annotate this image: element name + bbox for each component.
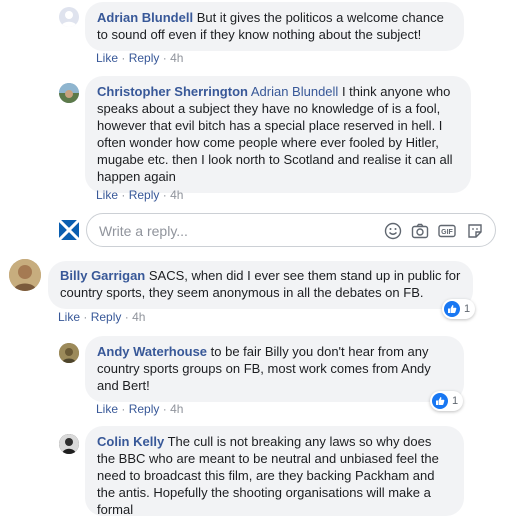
separator: · [124, 310, 129, 324]
comment-bubble: Colin Kelly The cull is not breaking any… [85, 426, 464, 517]
reaction-count[interactable]: 1 [430, 391, 464, 411]
comment-author[interactable]: Andy Waterhouse [97, 344, 207, 359]
avatar[interactable] [59, 343, 79, 363]
comment-actions: Like · Reply · 4h [96, 51, 183, 65]
reaction-count[interactable]: 1 [442, 299, 476, 319]
timestamp[interactable]: 4h [170, 402, 183, 416]
reply-link[interactable]: Reply [129, 402, 160, 416]
camera-icon[interactable] [411, 222, 429, 240]
timestamp[interactable]: 4h [132, 310, 145, 324]
separator: · [83, 310, 88, 324]
separator: · [121, 188, 126, 202]
comment-author[interactable]: Billy Garrigan [60, 268, 145, 283]
separator: · [121, 402, 126, 416]
reply-input[interactable] [97, 221, 371, 241]
separator: · [162, 51, 167, 65]
profile-photo-icon [59, 83, 79, 103]
like-link[interactable]: Like [96, 188, 118, 202]
reaction-number: 1 [464, 303, 471, 315]
comment-bubble: Adrian Blundell But it gives the politic… [85, 2, 464, 51]
reply-link[interactable]: Reply [129, 188, 160, 202]
profile-photo-icon [59, 434, 79, 454]
reply-link[interactable]: Reply [129, 51, 160, 65]
like-link[interactable]: Like [96, 51, 118, 65]
profile-photo-icon [59, 343, 79, 363]
reply-link[interactable]: Reply [91, 310, 122, 324]
comment-text: I think anyone who speaks about a subjec… [97, 84, 453, 184]
gif-icon[interactable]: GIF [438, 222, 456, 240]
comment-author[interactable]: Colin Kelly [97, 434, 164, 449]
reply-composer[interactable]: GIF [86, 213, 496, 247]
separator: · [162, 402, 167, 416]
comment-author[interactable]: Adrian Blundell [97, 10, 193, 25]
smiley-icon[interactable] [384, 222, 402, 240]
timestamp[interactable]: 4h [170, 188, 183, 202]
thumbs-up-icon [444, 301, 460, 317]
comment-bubble: Christopher Sherrington Adrian Blundell … [85, 76, 471, 193]
like-link[interactable]: Like [58, 310, 80, 324]
mention-link[interactable]: Adrian Blundell [251, 84, 338, 99]
comment-bubble: Billy Garrigan SACS, when did I ever see… [48, 261, 473, 309]
profile-photo-icon [9, 259, 41, 291]
timestamp[interactable]: 4h [170, 51, 183, 65]
comment-author[interactable]: Christopher Sherrington [97, 84, 248, 99]
reaction-number: 1 [452, 395, 459, 407]
saltire-flag-icon [59, 220, 79, 240]
comment-actions: Like · Reply · 4h [96, 188, 183, 202]
sticker-icon[interactable] [466, 222, 484, 240]
comment-actions: Like · Reply · 4h [58, 310, 145, 324]
current-user-avatar [59, 220, 79, 240]
svg-text:GIF: GIF [441, 229, 453, 236]
default-avatar-icon [61, 11, 77, 27]
thumbs-up-icon [432, 393, 448, 409]
avatar[interactable] [59, 434, 79, 454]
separator: · [121, 51, 126, 65]
avatar[interactable] [9, 259, 41, 291]
separator: · [162, 188, 167, 202]
avatar[interactable] [59, 7, 79, 27]
like-link[interactable]: Like [96, 402, 118, 416]
comment-actions: Like · Reply · 4h [96, 402, 183, 416]
comment-bubble: Andy Waterhouse to be fair Billy you don… [85, 336, 464, 402]
avatar[interactable] [59, 83, 79, 103]
